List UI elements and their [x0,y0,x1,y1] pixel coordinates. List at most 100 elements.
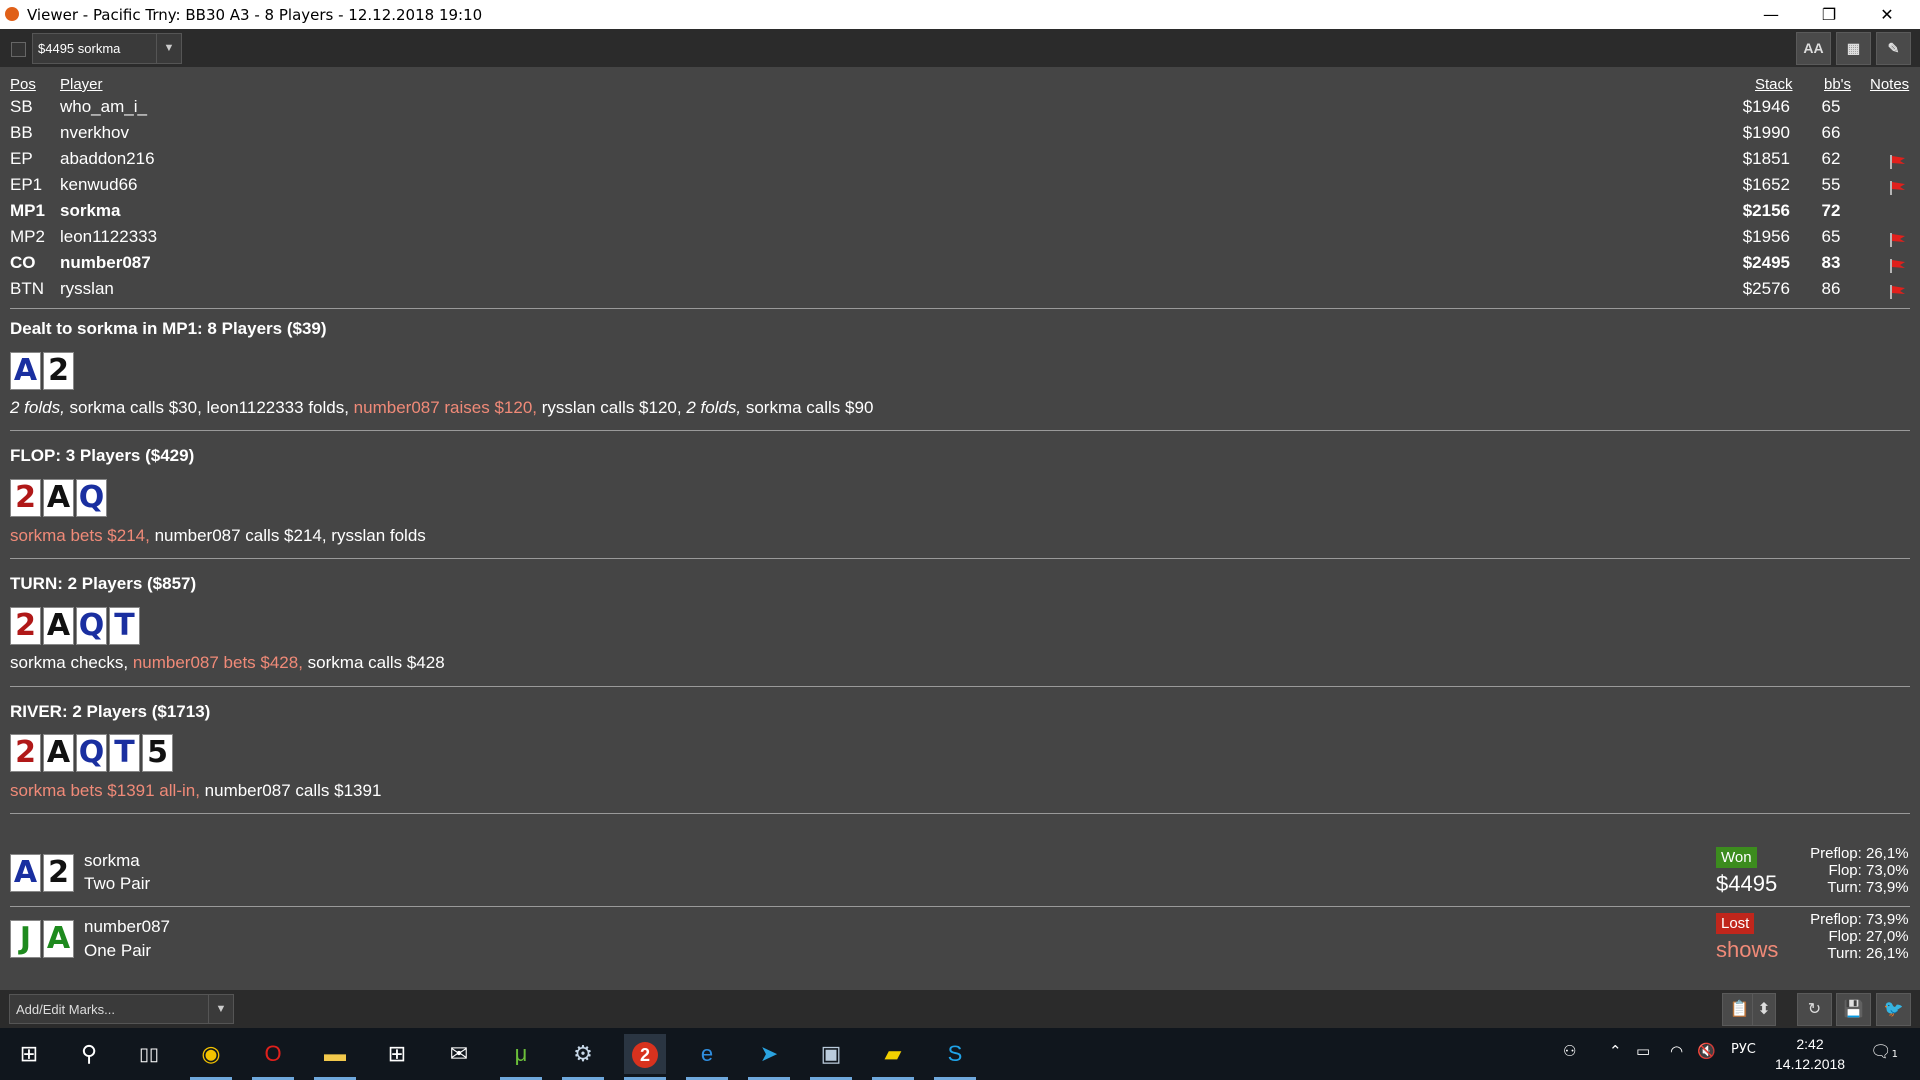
steam-icon[interactable]: ⚙ [562,1034,604,1080]
hand-select-value: $4495 sorkma [38,41,121,56]
volume-muted-icon[interactable]: 🔇 [1697,1042,1716,1060]
chevron-down-icon[interactable]: ▼ [208,995,233,1023]
divider [10,906,1910,907]
notification-icon[interactable]: 🗨1 [1870,1042,1898,1062]
playing-card: 2 [10,734,41,772]
twitter-icon[interactable]: 🐦 [1876,993,1911,1026]
task-view-icon[interactable]: ▯▯ [128,1034,170,1074]
font-size-button[interactable]: AA [1796,32,1831,65]
file-explorer-icon[interactable]: ▬ [314,1034,356,1080]
search-icon[interactable]: ⚲ [68,1034,110,1074]
refresh-icon[interactable]: ↻ [1797,993,1832,1026]
table-row[interactable]: BB nverkhov $1990 66 [0,123,1920,149]
updown-icon[interactable]: ⬍ [1752,993,1776,1026]
window-titlebar: Viewer - Pacific Trny: BB30 A3 - 8 Playe… [0,0,1920,29]
player-bbs: 83 [1821,253,1841,272]
header-notes[interactable]: Notes [1870,76,1909,93]
close-button[interactable]: ✕ [1858,0,1916,29]
grid-icon[interactable]: ▦ [1836,32,1871,65]
marks-dropdown[interactable]: Add/Edit Marks... ▼ [9,994,234,1024]
action-text: sorkma bets $214, [10,526,150,545]
skype-icon[interactable]: S [934,1034,976,1080]
chevron-up-icon[interactable]: ⌃ [1609,1042,1622,1060]
store-icon[interactable]: ⊞ [376,1034,418,1074]
player-position: BTN [10,279,44,298]
equity-turn: Turn: 73,9% [1827,879,1909,896]
select-checkbox[interactable] [11,42,26,57]
playing-card: 2 [10,479,41,517]
holdem-manager-icon[interactable]: 2 [624,1034,666,1080]
note-flag-icon[interactable] [1888,258,1908,274]
language-indicator[interactable]: РУС [1731,1042,1756,1057]
action-text: sorkma bets $1391 all-in, [10,781,200,800]
utorrent-icon[interactable]: μ [500,1034,542,1080]
toolbar: $4495 sorkma ▼ AA ▦ ✎ [0,29,1920,67]
playing-card: A [43,607,74,645]
save-icon[interactable]: 💾 [1836,993,1871,1026]
note-flag-icon[interactable] [1888,180,1908,196]
playing-card: A [43,734,74,772]
hand-select-dropdown[interactable]: $4495 sorkma ▼ [32,33,182,64]
note-flag-icon[interactable] [1888,232,1908,248]
header-player[interactable]: Player [60,76,103,93]
player-bbs: 65 [1821,97,1841,116]
chrome-icon[interactable]: ◉ [190,1034,232,1080]
battery-icon[interactable]: ▭ [1636,1042,1650,1060]
app-icon [5,7,19,21]
table-row[interactable]: MP2 leon1122333 $1956 65 [0,227,1920,253]
clock-time: 2:42 [1796,1036,1824,1052]
flop-cards: 2AQ [10,479,109,517]
table-row[interactable]: EP abaddon216 $1851 62 [0,149,1920,175]
action-text: number087 calls $214, rysslan folds [149,526,426,545]
notification-count: 1 [1891,1049,1898,1060]
chevron-down-icon[interactable]: ▼ [156,34,181,63]
river-cards: 2AQT5 [10,734,175,772]
result-hand: Two Pair [84,874,151,893]
header-bbs[interactable]: bb's [1824,76,1851,93]
result-cards: JA [10,920,76,958]
shows-label: shows [1716,937,1779,962]
table-row[interactable]: MP1 sorkma $2156 72 [0,201,1920,227]
table-row[interactable]: SB who_am_i_ $1946 65 [0,97,1920,123]
clock[interactable]: 2:42 14.12.2018 [1775,1034,1845,1074]
action-text: sorkma checks, [10,653,133,672]
table-row[interactable]: CO number087 $2495 83 [0,253,1920,279]
won-amount: $4495 [1716,871,1778,896]
playing-card: A [10,352,41,390]
playing-card: 5 [142,734,173,772]
table-row[interactable]: EP1 kenwud66 $1652 55 [0,175,1920,201]
header-stack[interactable]: Stack [1755,76,1793,93]
wifi-icon[interactable]: ◠ [1670,1042,1683,1060]
player-bbs: 55 [1821,175,1841,194]
opera-icon[interactable]: O [252,1034,294,1080]
mail-icon[interactable]: ✉ [438,1034,480,1074]
photos-icon[interactable]: ▣ [810,1034,852,1080]
player-bbs: 65 [1821,227,1841,246]
sticky-notes-icon[interactable]: ▰ [872,1034,914,1080]
player-position: SB [10,97,33,116]
note-flag-icon[interactable] [1888,284,1908,300]
edge-icon[interactable]: e [686,1034,728,1080]
equity-preflop: Preflop: 73,9% [1810,911,1909,928]
player-name: nverkhov [60,123,129,142]
people-icon[interactable]: ⚇ [1563,1042,1576,1060]
minimize-button[interactable]: — [1742,0,1800,29]
player-name: rysslan [60,279,114,298]
playing-card: T [109,607,140,645]
action-text: number087 bets $428, [132,653,303,672]
header-pos[interactable]: Pos [10,76,36,93]
pencil-icon[interactable]: ✎ [1876,32,1911,65]
bottom-toolbar: Add/Edit Marks... ▼ 📋 ⬍ ↻ 💾 🐦 [0,990,1920,1028]
playing-card: J [10,920,41,958]
note-flag-icon[interactable] [1888,154,1908,170]
telegram-icon[interactable]: ➤ [748,1034,790,1080]
player-stack: $2156 [1742,201,1790,220]
restore-button[interactable]: ❐ [1800,0,1858,29]
action-text: number087 raises $120, [353,398,538,417]
player-position: MP1 [10,201,45,220]
windows-start-icon[interactable]: ⊞ [8,1034,50,1074]
player-position: EP1 [10,175,43,194]
table-row[interactable]: BTN rysslan $2576 86 [0,279,1920,305]
action-text: sorkma calls $90 [741,398,874,417]
player-bbs: 86 [1821,279,1841,298]
